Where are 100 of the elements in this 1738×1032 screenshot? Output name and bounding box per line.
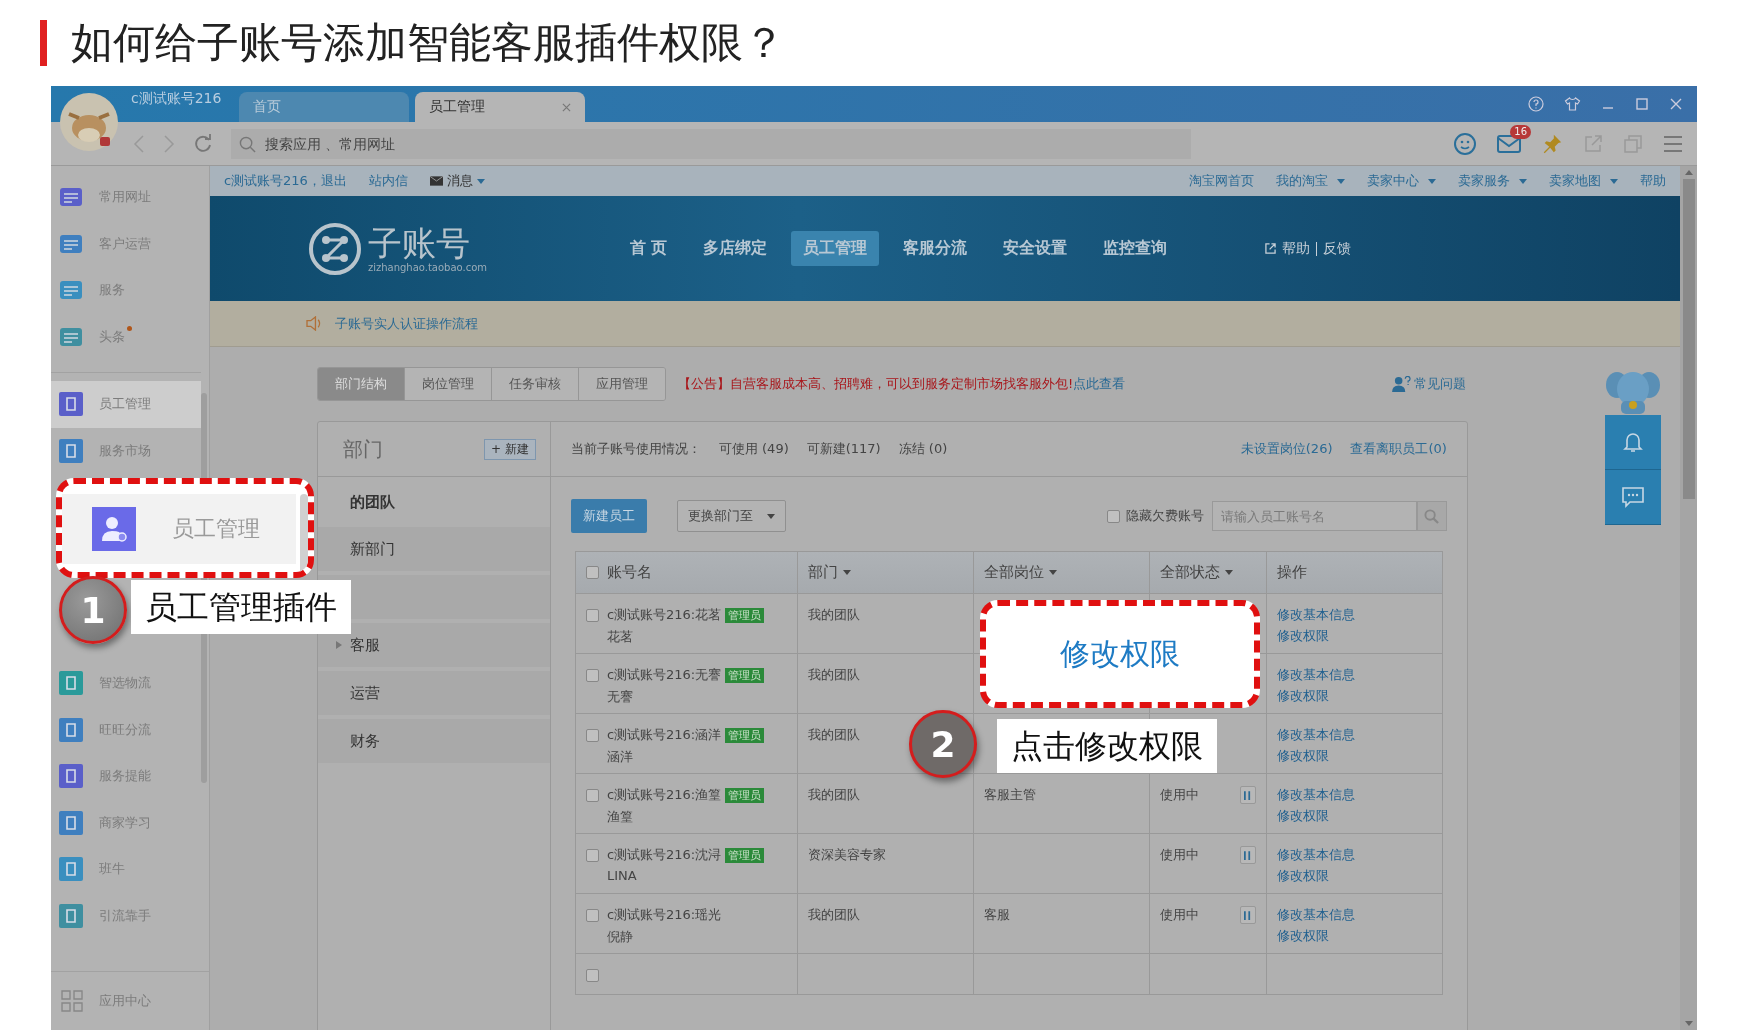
edit-permissions-link[interactable]: 修改权限 bbox=[1060, 633, 1180, 675]
checkbox[interactable] bbox=[585, 849, 599, 862]
refresh-icon[interactable] bbox=[193, 133, 213, 154]
nav-item[interactable]: 多店绑定 bbox=[691, 231, 780, 266]
tree-item[interactable]: 客服 bbox=[349, 635, 380, 655]
table-cell: 使用中 bbox=[1159, 846, 1199, 864]
nav-item[interactable]: 首 页 bbox=[617, 231, 680, 266]
top-link[interactable]: 卖家服务 bbox=[1458, 172, 1527, 190]
checkbox[interactable] bbox=[585, 566, 599, 579]
tree-item[interactable]: 新部门 bbox=[349, 539, 395, 559]
action-link[interactable]: 修改权限 bbox=[1276, 687, 1329, 705]
scrollbar-thumb[interactable] bbox=[1682, 179, 1695, 499]
scroll-down-icon[interactable] bbox=[1684, 1021, 1693, 1026]
external-link-icon[interactable] bbox=[1583, 133, 1603, 154]
checkbox[interactable] bbox=[585, 789, 599, 802]
action-link[interactable]: 修改权限 bbox=[1276, 747, 1329, 765]
action-link[interactable]: 修改权限 bbox=[1276, 807, 1329, 825]
account-name: c测试账号216:无謇 bbox=[606, 666, 722, 684]
messages-menu[interactable]: 消息 bbox=[429, 172, 485, 190]
shirt-icon[interactable] bbox=[1564, 96, 1581, 112]
new-department-button[interactable]: + 新建 bbox=[484, 438, 536, 460]
action-link[interactable]: 修改权限 bbox=[1276, 867, 1329, 885]
tab[interactable]: 任务审核 bbox=[490, 368, 578, 400]
admin-badge: 管理员 bbox=[725, 787, 765, 803]
logout-link[interactable]: c测试账号216，退出 bbox=[223, 172, 347, 190]
nav-item[interactable]: 客服分流 bbox=[891, 231, 980, 266]
tree-item[interactable]: 运营 bbox=[349, 683, 380, 703]
close-icon[interactable] bbox=[562, 102, 572, 112]
chat-button[interactable] bbox=[1604, 470, 1661, 525]
top-link[interactable]: 卖家地图 bbox=[1549, 172, 1618, 190]
search-button[interactable] bbox=[1416, 501, 1447, 531]
tree-item[interactable]: 财务 bbox=[349, 731, 380, 751]
back-icon[interactable] bbox=[133, 134, 145, 153]
pause-button[interactable] bbox=[1239, 786, 1256, 804]
action-link[interactable]: 修改权限 bbox=[1276, 927, 1329, 945]
column-header[interactable]: 部门 bbox=[807, 563, 851, 582]
column-header[interactable]: 全部状态 bbox=[1159, 563, 1233, 582]
pause-button[interactable] bbox=[1239, 846, 1256, 864]
help-icon[interactable] bbox=[1528, 96, 1544, 112]
tab[interactable]: 岗位管理 bbox=[403, 368, 491, 400]
forward-icon[interactable] bbox=[163, 134, 175, 153]
employee-name: 无謇 bbox=[606, 688, 634, 706]
search-icon bbox=[239, 135, 256, 153]
scroll-up-icon[interactable] bbox=[1684, 170, 1693, 175]
site-domain: zizhanghao.taobao.com bbox=[367, 262, 488, 273]
action-link[interactable]: 修改基本信息 bbox=[1276, 726, 1355, 744]
action-link[interactable]: 修改权限 bbox=[1276, 627, 1329, 645]
usage-link[interactable]: 查看离职员工(0) bbox=[1350, 440, 1447, 458]
help-link[interactable]: 帮助 bbox=[1282, 239, 1311, 258]
checkbox[interactable] bbox=[585, 909, 599, 922]
checkbox[interactable] bbox=[585, 609, 599, 622]
column-header[interactable]: 全部岗位 bbox=[983, 563, 1057, 582]
top-link[interactable]: 我的淘宝 bbox=[1276, 172, 1345, 190]
account-name: c测试账号216:涵洋 bbox=[606, 726, 722, 744]
notification-button[interactable] bbox=[1604, 415, 1661, 470]
maximize-icon[interactable] bbox=[1635, 97, 1649, 111]
top-link[interactable]: 帮助 bbox=[1640, 172, 1666, 190]
action-link[interactable]: 修改基本信息 bbox=[1276, 846, 1355, 864]
move-department-dropdown[interactable]: 更换部门至 bbox=[676, 500, 786, 532]
account-name: c测试账号216:花茗 bbox=[606, 606, 722, 624]
table-cell: 客服 bbox=[983, 906, 1010, 924]
feedback-link[interactable]: 反馈 bbox=[1323, 239, 1352, 258]
tab[interactable]: 应用管理 bbox=[577, 368, 665, 400]
pin-icon[interactable] bbox=[1541, 132, 1563, 155]
pause-button[interactable] bbox=[1239, 906, 1256, 924]
announcement-link[interactable]: 点此查看 bbox=[1073, 375, 1126, 393]
browser-tab[interactable]: 员工管理 bbox=[415, 92, 586, 122]
tree-item[interactable]: 的团队 bbox=[349, 492, 395, 512]
top-link[interactable]: 淘宝网首页 bbox=[1189, 172, 1254, 190]
checkbox[interactable] bbox=[585, 729, 599, 742]
sidebar-item[interactable]: 员工管理 bbox=[62, 494, 297, 564]
faq-link[interactable]: 常见问题 bbox=[1391, 375, 1466, 393]
notice-link[interactable]: 子账号实人认证操作流程 bbox=[334, 314, 478, 333]
inbox-link[interactable]: 站内信 bbox=[368, 172, 408, 190]
tab[interactable]: 部门结构 bbox=[317, 368, 404, 400]
action-link[interactable]: 修改基本信息 bbox=[1276, 786, 1355, 804]
new-employee-button[interactable]: 新建员工 bbox=[570, 499, 647, 533]
action-link[interactable]: 修改基本信息 bbox=[1276, 906, 1355, 924]
menu-icon[interactable] bbox=[1663, 134, 1683, 153]
checkbox[interactable] bbox=[585, 669, 599, 682]
search-field[interactable]: 搜索应用 、常用网址 bbox=[231, 128, 1191, 159]
top-link[interactable]: 卖家中心 bbox=[1367, 172, 1436, 190]
browser-tab[interactable]: 首页 bbox=[239, 92, 410, 122]
action-link[interactable]: 修改基本信息 bbox=[1276, 606, 1355, 624]
smiley-icon[interactable] bbox=[1453, 131, 1477, 156]
expand-arrow-icon[interactable] bbox=[335, 641, 342, 649]
nav-item[interactable]: 员工管理 bbox=[791, 231, 880, 266]
usage-link[interactable]: 未设置岗位(26) bbox=[1240, 440, 1333, 458]
mail-icon[interactable] bbox=[1497, 134, 1521, 153]
checkbox[interactable] bbox=[585, 969, 599, 982]
logo-icon bbox=[307, 221, 362, 276]
sidebar-item[interactable]: 员工管理 bbox=[51, 381, 201, 428]
pause-icon bbox=[1244, 790, 1252, 800]
copy-icon[interactable] bbox=[1623, 133, 1643, 154]
nav-item[interactable]: 安全设置 bbox=[991, 231, 1080, 266]
caret-icon bbox=[1337, 178, 1345, 184]
nav-item[interactable]: 监控查询 bbox=[1091, 231, 1180, 266]
action-link[interactable]: 修改基本信息 bbox=[1276, 666, 1355, 684]
callout-label: 点击修改权限 bbox=[997, 719, 1217, 773]
checkbox[interactable] bbox=[1106, 509, 1120, 523]
